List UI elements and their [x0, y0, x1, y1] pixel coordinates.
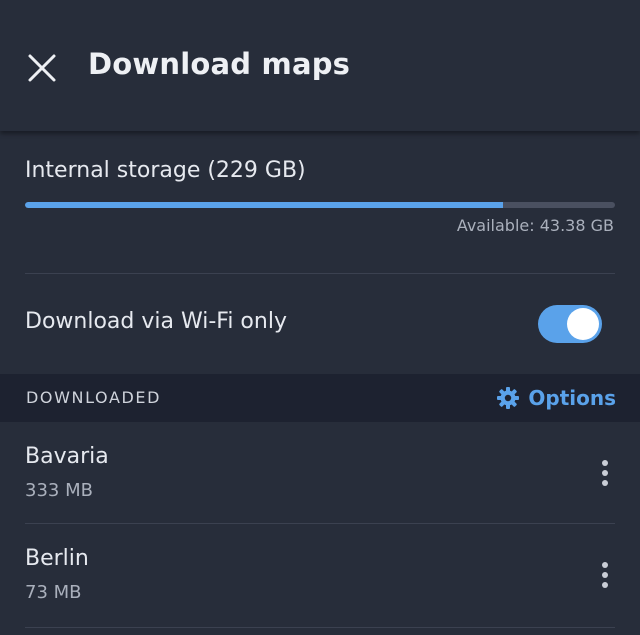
- storage-progress-fill: [25, 202, 503, 208]
- more-options-button[interactable]: [592, 456, 618, 490]
- storage-title: Internal storage (229 GB): [25, 158, 306, 183]
- gear-icon: [497, 387, 520, 409]
- options-button[interactable]: Options: [496, 384, 616, 412]
- close-icon: [28, 54, 56, 82]
- map-name: Bavaria: [25, 444, 109, 469]
- app-header: Download maps: [0, 0, 640, 131]
- wifi-only-label: Download via Wi-Fi only: [25, 309, 287, 334]
- wifi-only-toggle[interactable]: [538, 305, 602, 343]
- page-title: Download maps: [88, 47, 351, 81]
- toggle-knob: [567, 308, 599, 340]
- options-label: Options: [528, 386, 616, 410]
- storage-available: Available: 43.38 GB: [456, 216, 614, 235]
- section-title: DOWNLOADED: [26, 388, 162, 407]
- divider: [25, 273, 615, 274]
- list-item-berlin[interactable]: Berlin 73 MB: [0, 524, 640, 626]
- storage-progress-bar: [25, 202, 615, 208]
- close-button[interactable]: [22, 48, 62, 88]
- map-size: 73 MB: [25, 582, 82, 603]
- download-maps-screen: Download maps Internal storage (229 GB) …: [0, 0, 640, 635]
- map-name: Berlin: [25, 546, 89, 571]
- list-item-bavaria[interactable]: Bavaria 333 MB: [0, 422, 640, 524]
- more-vertical-icon: [602, 460, 608, 486]
- map-size: 333 MB: [25, 480, 93, 501]
- more-vertical-icon: [602, 562, 608, 588]
- divider: [25, 627, 615, 628]
- more-options-button[interactable]: [592, 558, 618, 592]
- downloaded-section-header: DOWNLOADED Options: [0, 374, 640, 422]
